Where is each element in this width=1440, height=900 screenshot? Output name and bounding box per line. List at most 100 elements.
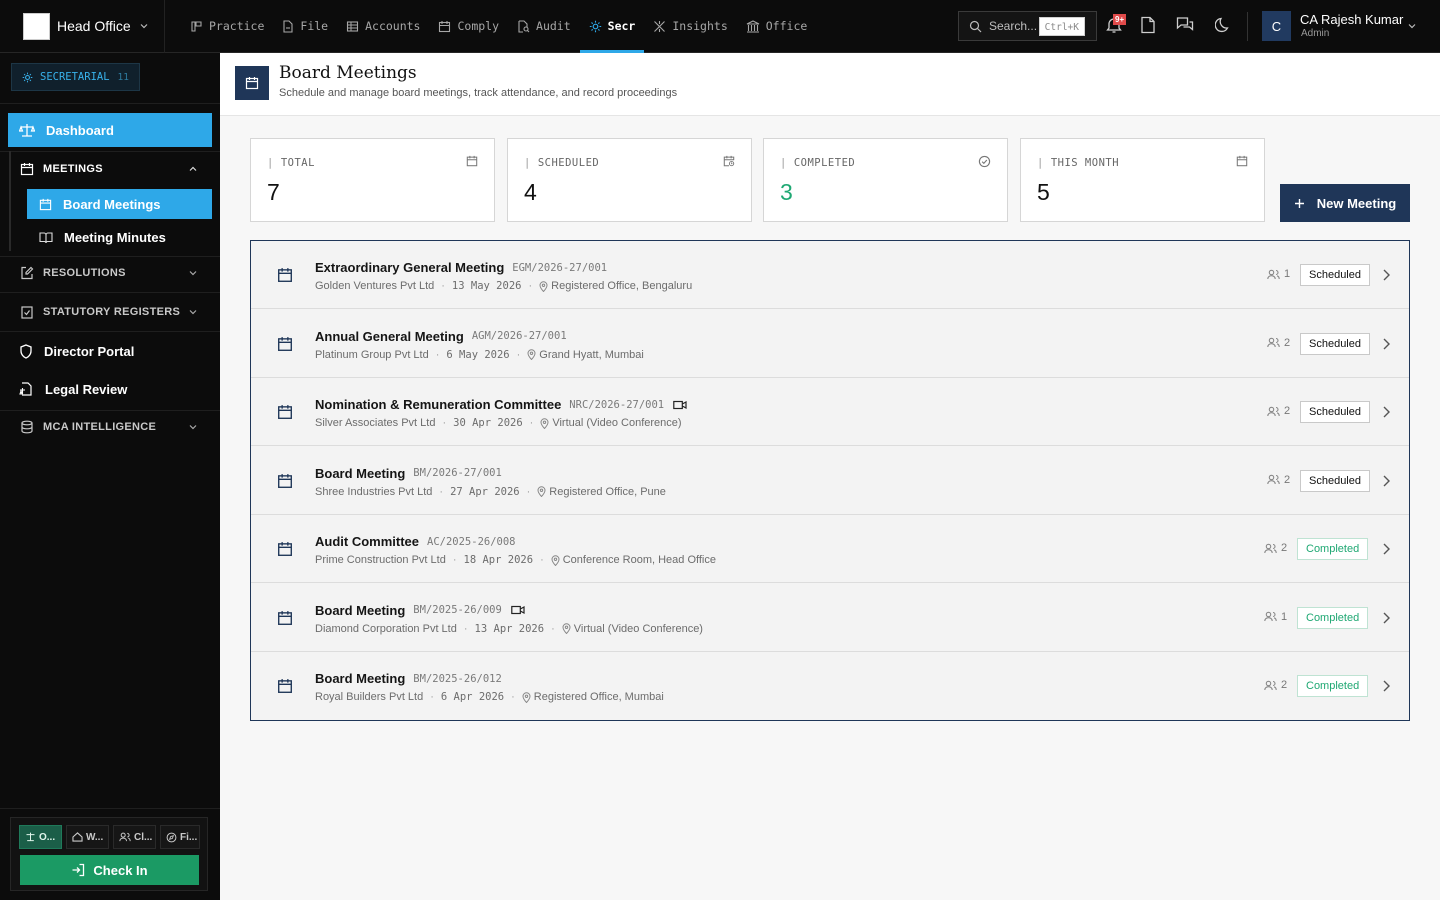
meeting-date: 27 Apr 2026 <box>450 485 520 498</box>
nav-office[interactable]: Office <box>737 0 817 53</box>
calendar-icon <box>278 473 292 488</box>
book-open-icon <box>39 231 53 243</box>
meeting-title-line: Nomination & Remuneration Committee NRC/… <box>315 397 687 412</box>
nav-practice[interactable]: Practice <box>181 0 273 53</box>
separator-dot: · <box>452 554 457 566</box>
meeting-location: Registered Office, Bengaluru <box>551 280 693 292</box>
attendee-count: 2 <box>1264 679 1287 691</box>
nav-accounts[interactable]: Accounts <box>337 0 429 53</box>
chevron-right-icon[interactable] <box>1381 405 1391 419</box>
meeting-row[interactable]: Board Meeting BM/2025-26/012 Royal Build… <box>251 652 1409 720</box>
users-icon <box>1267 406 1280 416</box>
attendee-count-value: 2 <box>1281 542 1288 554</box>
search-input[interactable]: Search... Ctrl+K <box>958 11 1097 41</box>
nav-file[interactable]: File <box>273 0 337 53</box>
sidebar-item-label: Legal Review <box>45 381 128 397</box>
meeting-row[interactable]: Board Meeting BM/2025-26/009 Diamond Cor… <box>251 584 1409 652</box>
chevron-right-icon[interactable] <box>1381 611 1391 625</box>
check-in-button[interactable]: Check In <box>20 855 199 885</box>
nav-secr[interactable]: Secr <box>579 0 645 53</box>
sidebar: SECRETARIAL 11 Dashboard MEETINGS Board … <box>0 53 220 900</box>
status-badge: Completed <box>1297 675 1369 697</box>
meeting-location: Registered Office, Pune <box>549 485 666 498</box>
document-icon[interactable] <box>1140 16 1156 34</box>
chevron-up-icon <box>189 166 197 171</box>
separator-dot: · <box>529 417 534 429</box>
status-badge: Scheduled <box>1300 469 1370 492</box>
chevron-right-icon[interactable] <box>1381 679 1391 693</box>
meeting-date: 6 Apr 2026 <box>440 691 505 703</box>
avatar[interactable]: C <box>1262 11 1291 41</box>
quick-link-office[interactable]: O... <box>19 825 62 849</box>
meeting-row[interactable]: Audit Committee AC/2025-26/008 Prime Con… <box>251 515 1409 583</box>
sidebar-item-board-meetings[interactable]: Board Meetings <box>27 189 212 219</box>
sidebar-group-meetings[interactable]: MEETINGS <box>8 153 212 185</box>
nav-insights-label: Insights <box>672 19 728 33</box>
status-badge: Scheduled <box>1300 264 1370 286</box>
meeting-title-line: Audit Committee AC/2025-26/008 <box>315 534 516 549</box>
meeting-row[interactable]: Extraordinary General Meeting EGM/2026-2… <box>251 241 1409 309</box>
sidebar-item-director-portal[interactable]: Director Portal <box>8 334 212 368</box>
meeting-code: AGM/2026-27/001 <box>471 330 567 342</box>
quick-link-work[interactable]: W... <box>66 825 109 849</box>
office-switcher[interactable]: Head Office <box>0 0 165 53</box>
nav-audit[interactable]: Audit <box>508 0 580 53</box>
sidebar-item-legal-review[interactable]: Legal Review <box>8 372 212 406</box>
nav-comply[interactable]: Comply <box>429 0 508 53</box>
status-badge: Completed <box>1297 606 1369 629</box>
separator-dot: · <box>528 280 533 292</box>
attendee-count-value: 2 <box>1284 336 1291 349</box>
separator-dot: · <box>526 485 531 498</box>
chevron-right-icon[interactable] <box>1381 474 1391 488</box>
separator-dot: · <box>540 554 544 566</box>
clipboard-check-icon <box>21 306 33 319</box>
divider <box>0 292 220 293</box>
chevron-right-icon[interactable] <box>1381 337 1391 351</box>
users-icon <box>1267 474 1280 485</box>
sidebar-group-label: RESOLUTIONS <box>43 267 126 279</box>
user-name[interactable]: CA Rajesh Kumar <box>1300 12 1403 27</box>
status-badge: Scheduled <box>1300 401 1370 423</box>
quick-link-files[interactable]: Fi... <box>160 825 200 849</box>
sidebar-group-statutory-registers[interactable]: STATUTORY REGISTERS <box>8 296 212 328</box>
chat-icon[interactable] <box>1176 16 1194 34</box>
users-icon <box>119 832 131 842</box>
calendar-icon <box>39 198 52 210</box>
module-chip[interactable]: SECRETARIAL 11 <box>11 63 140 91</box>
stat-card-total: TOTAL 7 <box>250 138 495 222</box>
stat-value: 3 <box>780 179 793 205</box>
insights-icon <box>654 20 666 32</box>
sidebar-item-dashboard[interactable]: Dashboard <box>8 113 212 147</box>
meeting-code: BM/2025-26/012 <box>413 672 502 685</box>
chevron-down-icon <box>189 271 197 276</box>
sidebar-group-resolutions[interactable]: RESOLUTIONS <box>8 257 212 289</box>
meeting-row[interactable]: Annual General Meeting AGM/2026-27/001 P… <box>251 310 1409 378</box>
meeting-title-line: Board Meeting BM/2025-26/012 <box>315 671 502 686</box>
nav-insights[interactable]: Insights <box>644 0 736 53</box>
meeting-row[interactable]: Board Meeting BM/2026-27/001 Shree Indus… <box>251 447 1409 515</box>
stat-card-completed: COMPLETED 3 <box>763 138 1008 222</box>
scale-icon <box>26 832 35 842</box>
nav-comply-label: Comply <box>457 19 500 33</box>
check-circle-icon <box>978 155 991 168</box>
attendee-count: 1 <box>1267 268 1290 280</box>
meeting-title-line: Board Meeting BM/2025-26/009 <box>315 603 525 618</box>
meeting-row[interactable]: Nomination & Remuneration Committee NRC/… <box>251 378 1409 446</box>
calendar-icon <box>278 542 292 556</box>
meeting-code: BM/2025-26/009 <box>413 604 502 616</box>
chevron-down-icon[interactable] <box>1407 21 1417 31</box>
chevron-right-icon[interactable] <box>1381 542 1391 556</box>
sidebar-item-meeting-minutes[interactable]: Meeting Minutes <box>27 222 212 252</box>
attendee-count: 2 <box>1267 337 1290 349</box>
separator-dot: · <box>511 691 515 703</box>
quick-link-clients[interactable]: Cl... <box>113 825 156 849</box>
users-icon <box>1267 269 1280 279</box>
map-pin-icon <box>540 417 549 429</box>
chevron-right-icon[interactable] <box>1381 268 1391 282</box>
sidebar-item-label: Meeting Minutes <box>64 229 166 245</box>
new-meeting-button[interactable]: New Meeting <box>1280 184 1410 222</box>
moon-icon[interactable] <box>1215 16 1231 34</box>
sidebar-group-mca-intelligence[interactable]: MCA INTELLIGENCE <box>8 411 212 443</box>
separator-dot: · <box>439 485 444 498</box>
meeting-title: Extraordinary General Meeting <box>315 260 505 275</box>
